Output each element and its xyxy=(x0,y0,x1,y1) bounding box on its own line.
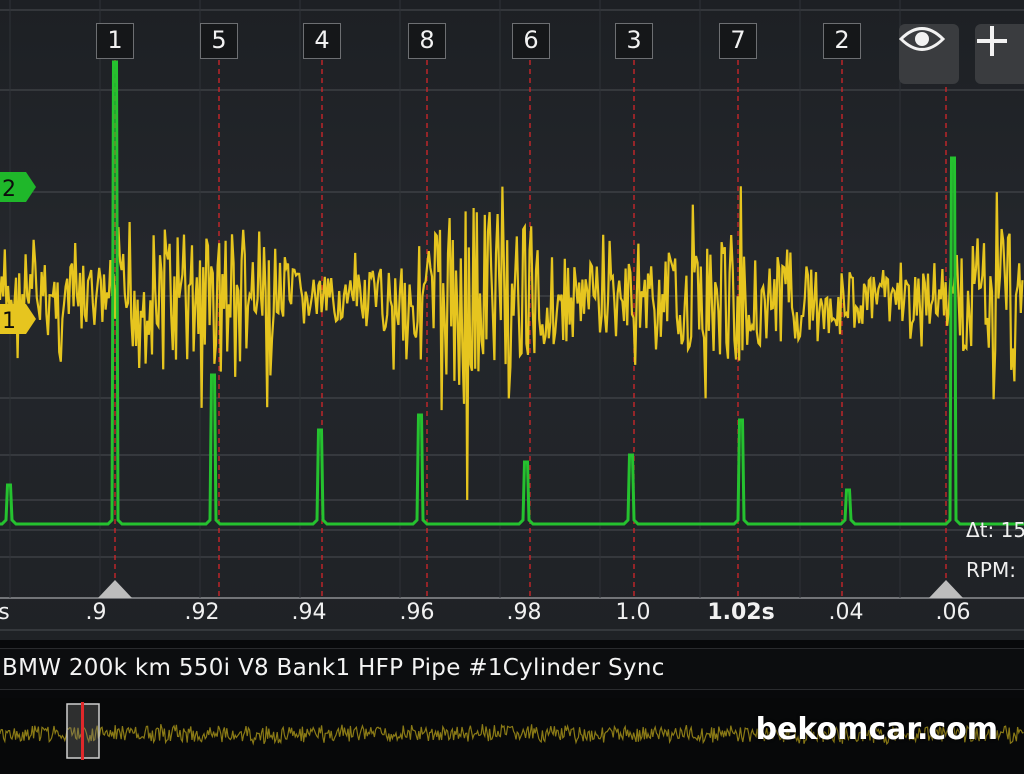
overview-playhead[interactable] xyxy=(81,702,84,760)
cylinder-marker: 4 xyxy=(303,23,341,59)
delta-t-readout: Δt: 15 xyxy=(966,518,1024,542)
cylinder-marker: 5 xyxy=(200,23,238,59)
time-tick: .98 xyxy=(506,600,542,625)
time-tick: .04 xyxy=(828,600,864,625)
channel-1-waveform xyxy=(0,186,1024,501)
cylinder-marker: 6 xyxy=(512,23,550,59)
plus-icon xyxy=(977,26,1007,56)
cylinder-marker: 1 xyxy=(96,23,134,59)
channel-2-level-label: 2 xyxy=(2,177,16,202)
visibility-button[interactable] xyxy=(899,24,959,84)
time-tick: 1.02s xyxy=(707,600,775,625)
time-tick: .92 xyxy=(184,600,220,625)
cursor-b-handle[interactable] xyxy=(929,580,963,598)
rpm-readout: RPM: xyxy=(966,558,1016,582)
time-tick: s xyxy=(0,600,10,625)
recording-title-bar: BMW 200k km 550i V8 Bank1 HFP Pipe #1Cyl… xyxy=(0,648,1024,690)
channel-1-level-label: 1 xyxy=(2,309,16,334)
time-tick: 1.0 xyxy=(615,600,651,625)
scope-display[interactable]: 2 1 1 5 4 8 6 3 7 2 s .9 .92 .94 .96 .98… xyxy=(0,0,1024,640)
waveform-plot[interactable]: 2 1 xyxy=(0,0,1024,640)
watermark: bekomcar.com xyxy=(755,712,998,747)
time-tick: .94 xyxy=(291,600,327,625)
cursor-a-handle[interactable] xyxy=(98,580,132,598)
time-tick: .06 xyxy=(935,600,971,625)
eye-icon xyxy=(899,27,945,51)
time-tick: .9 xyxy=(85,600,107,625)
cylinder-marker: 7 xyxy=(719,23,757,59)
cylinder-marker: 8 xyxy=(408,23,446,59)
cylinder-marker: 3 xyxy=(615,23,653,59)
cylinder-marker: 2 xyxy=(823,23,861,59)
add-channel-button[interactable] xyxy=(975,24,1024,84)
time-tick: .96 xyxy=(399,600,435,625)
recording-title: BMW 200k km 550i V8 Bank1 HFP Pipe #1Cyl… xyxy=(2,655,665,681)
